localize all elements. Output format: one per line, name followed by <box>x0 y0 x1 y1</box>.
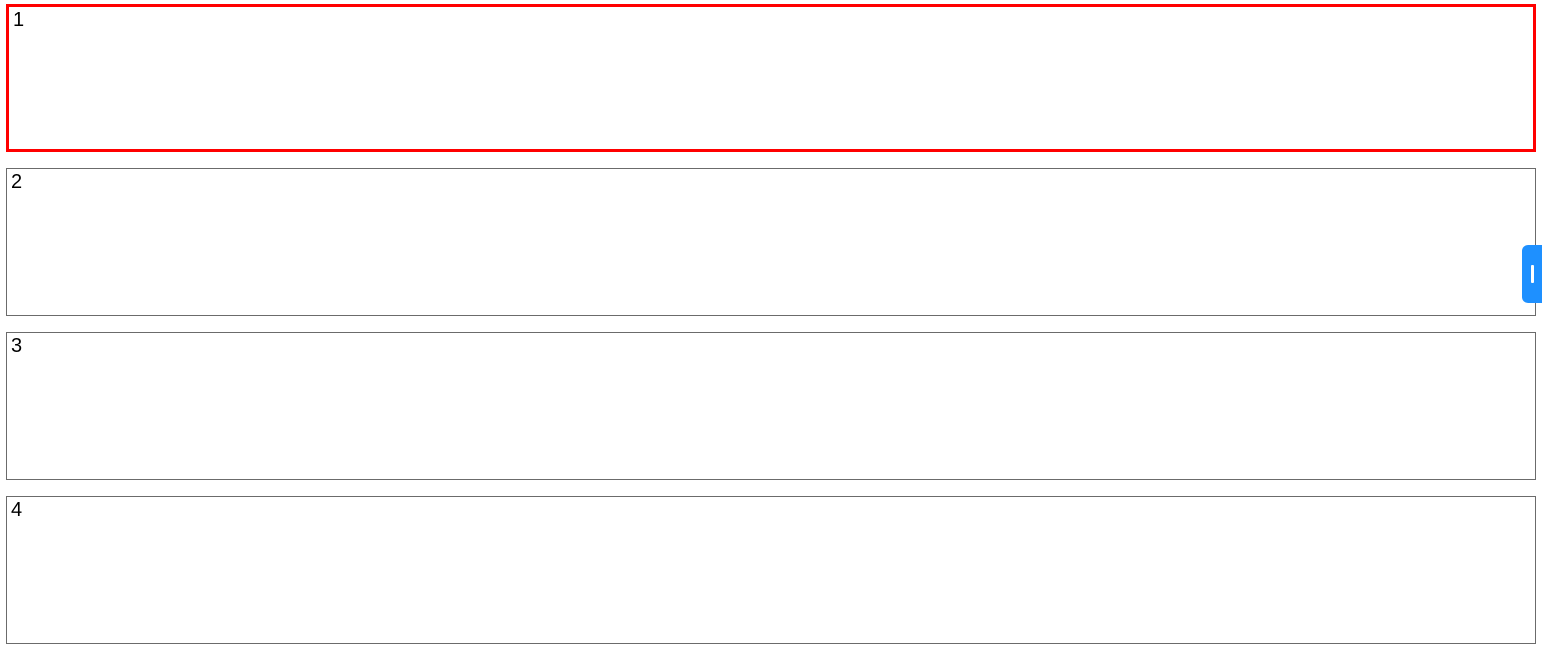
box-item-1[interactable]: 1 <box>6 4 1536 152</box>
box-item-4[interactable]: 4 <box>6 496 1536 644</box>
drag-handle-icon <box>1531 265 1534 283</box>
box-item-3[interactable]: 3 <box>6 332 1536 480</box>
box-label: 3 <box>11 335 22 357</box>
box-label: 4 <box>11 499 22 521</box>
box-label: 1 <box>13 9 24 31</box>
box-label: 2 <box>11 171 22 193</box>
box-item-2[interactable]: 2 <box>6 168 1536 316</box>
box-container: 1 2 3 4 <box>0 0 1542 664</box>
side-panel-toggle[interactable] <box>1522 245 1542 303</box>
